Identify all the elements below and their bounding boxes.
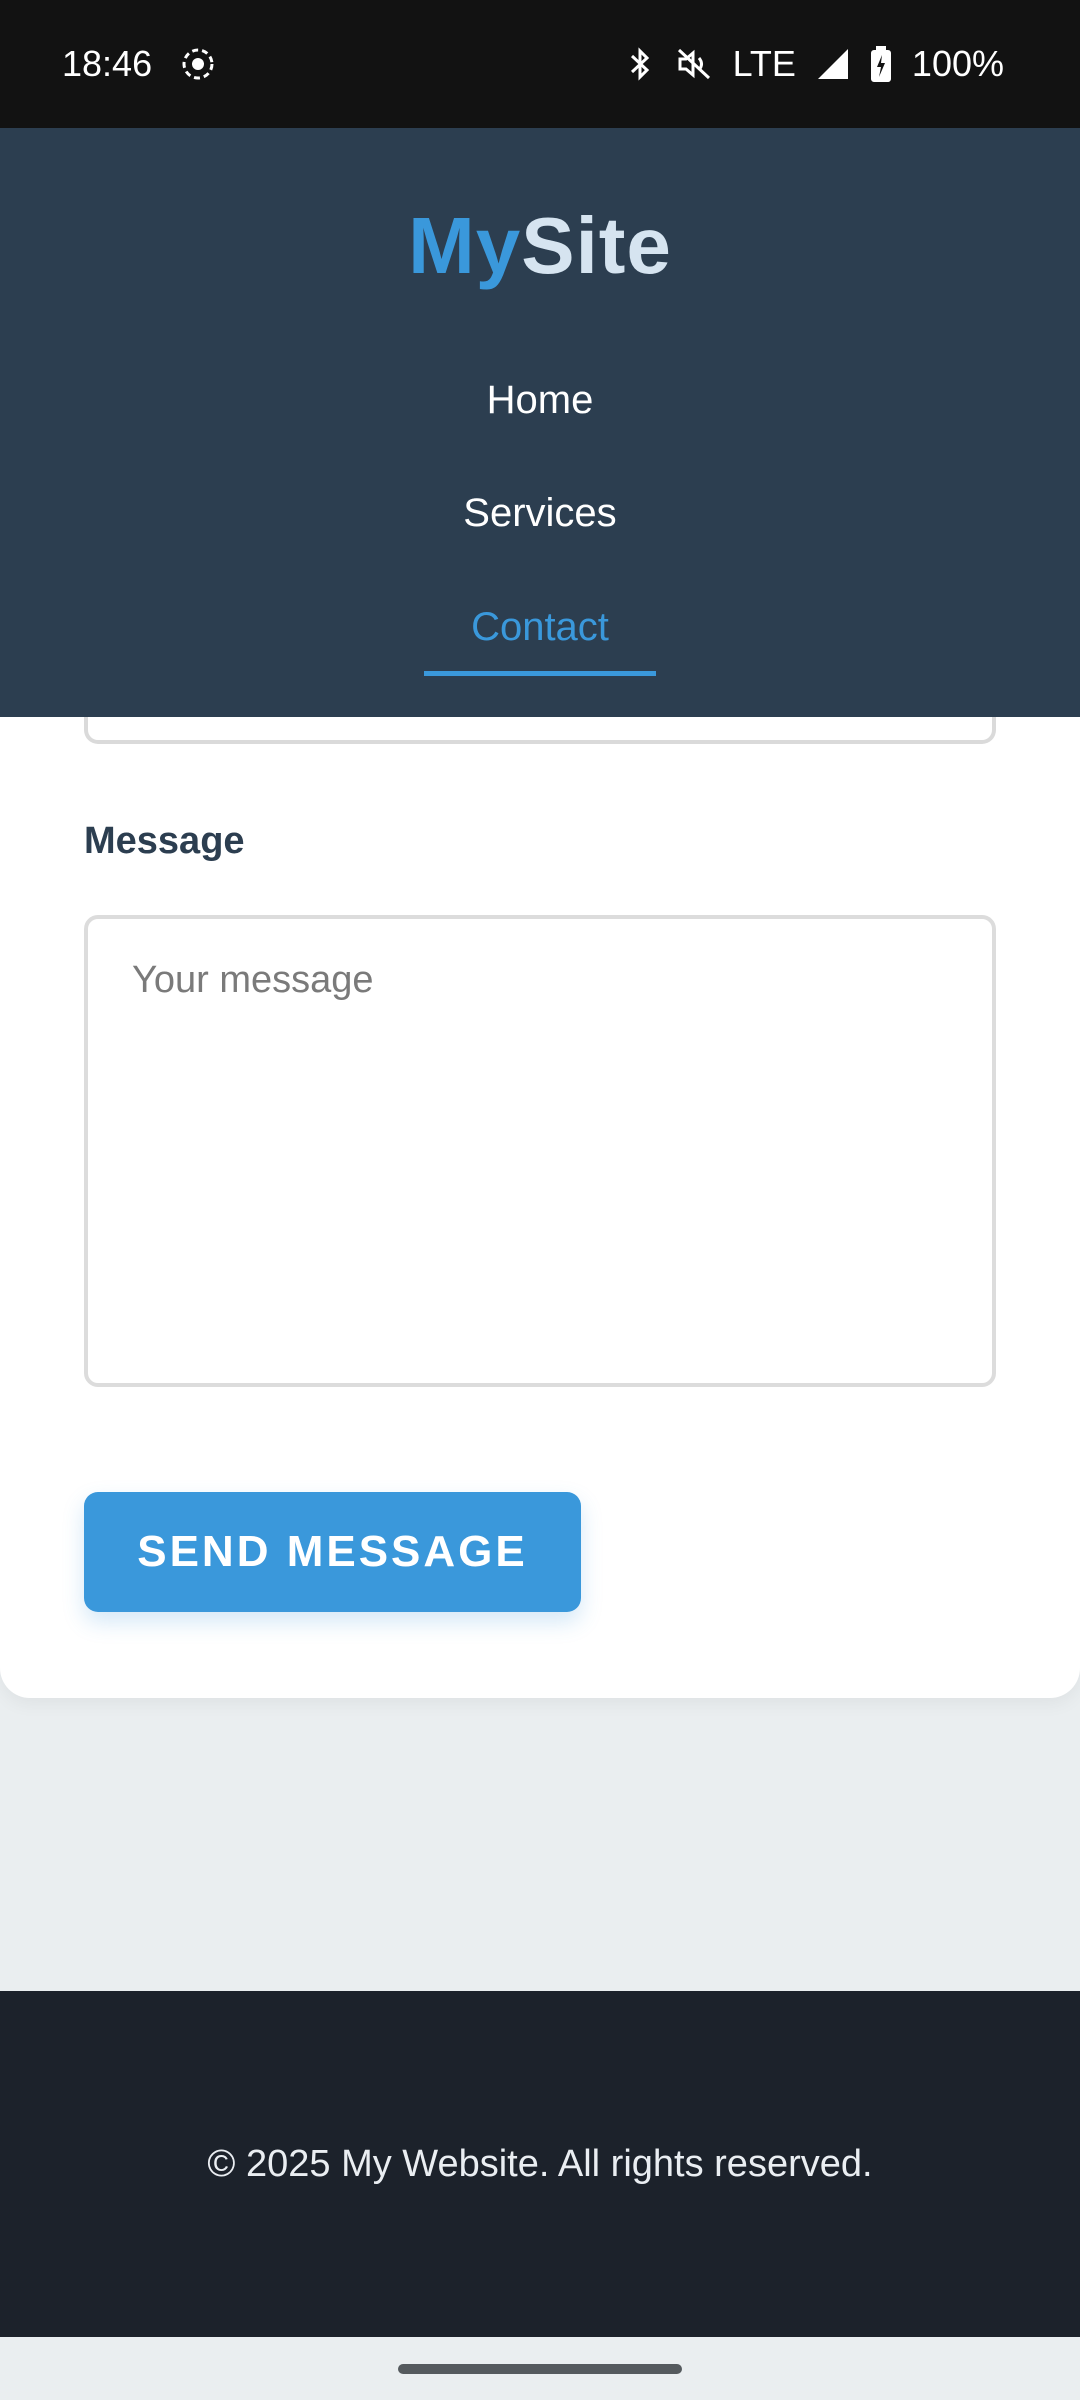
gesture-navigation-bar[interactable] xyxy=(398,2364,682,2374)
contact-form-card: Message SEND MESSAGE xyxy=(0,620,1080,1698)
signal-icon xyxy=(816,47,850,81)
battery-charging-icon xyxy=(870,45,892,83)
nav-link-services[interactable]: Services xyxy=(0,491,1080,536)
logo-part-my: My xyxy=(408,201,522,290)
mute-icon xyxy=(675,46,713,82)
status-right: LTE 100% xyxy=(625,43,1004,85)
message-textarea[interactable] xyxy=(84,915,996,1387)
status-time: 18:46 xyxy=(62,43,153,84)
bluetooth-icon xyxy=(625,46,655,82)
site-header: MySite Home Services Contact xyxy=(0,128,1080,717)
message-label: Message xyxy=(84,820,245,862)
send-message-button[interactable]: SEND MESSAGE xyxy=(84,1492,581,1612)
footer-copyright: © 2025 My Website. All rights reserved. xyxy=(207,2142,873,2185)
nav-link-contact[interactable]: Contact xyxy=(0,605,1080,650)
status-bar: 18:46 LTE 100% xyxy=(0,0,1080,128)
site-footer: © 2025 My Website. All rights reserved. xyxy=(0,1991,1080,2337)
screen-record-icon xyxy=(180,46,216,82)
logo-part-site: Site xyxy=(521,201,672,290)
active-nav-indicator xyxy=(424,671,656,676)
network-type: LTE xyxy=(732,43,796,84)
status-left: 18:46 xyxy=(62,43,216,85)
nav-link-home[interactable]: Home xyxy=(0,378,1080,423)
site-logo[interactable]: MySite xyxy=(0,200,1080,292)
battery-level: 100% xyxy=(911,43,1004,84)
